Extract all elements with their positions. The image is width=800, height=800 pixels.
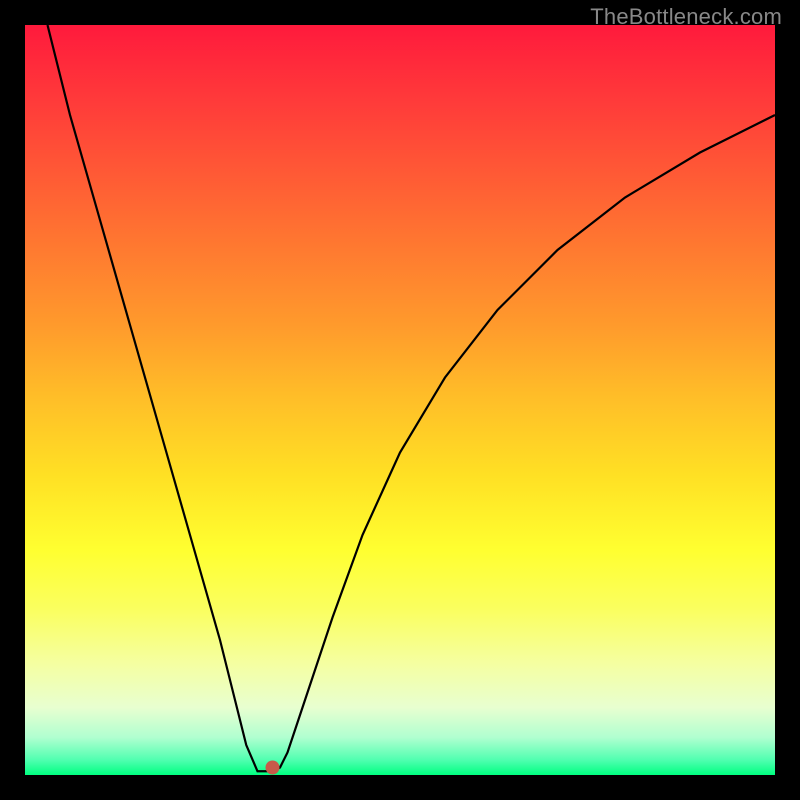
chart-svg [25,25,775,775]
bottleneck-curve [48,25,776,771]
optimal-point-marker [266,761,280,775]
chart-plot-area [25,25,775,775]
watermark-text: TheBottleneck.com [590,4,782,30]
